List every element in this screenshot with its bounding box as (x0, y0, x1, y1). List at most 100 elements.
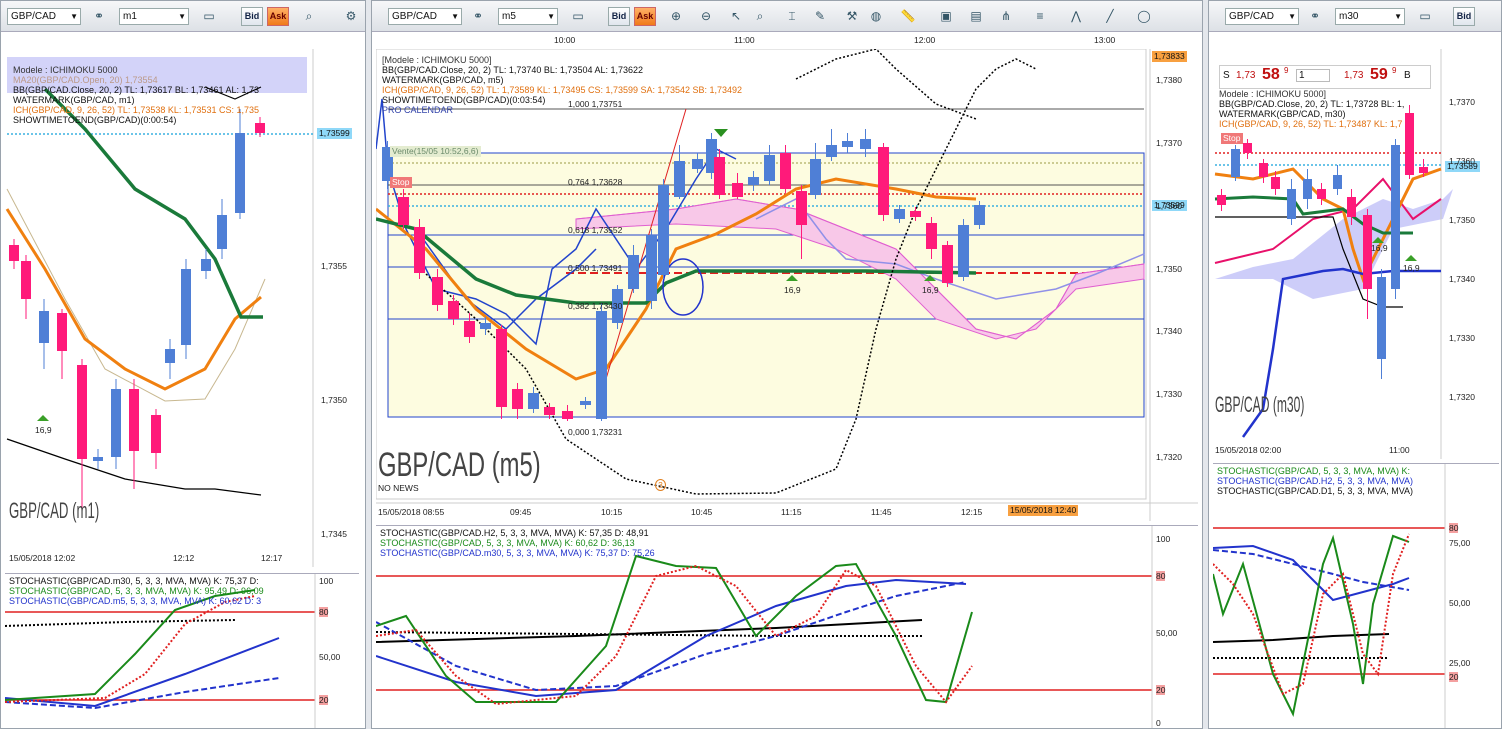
indicator-legend: Modele : ICHIMOKU 5000 MA20(GBP/CAD.Open… (13, 65, 259, 125)
legend-line: BB(GBP/CAD.Close, 20, 2) TL: 1,73728 BL:… (1219, 99, 1405, 109)
y-axis-label: 75,00 (1449, 538, 1471, 548)
link-icon[interactable]: ⚭ (91, 8, 107, 24)
legend-line: WATERMARK(GBP/CAD, m1) (13, 95, 135, 105)
stochastic-panel[interactable]: STOCHASTIC(GBP/CAD, 5, 3, 3, MVA, MVA) K… (1213, 463, 1499, 728)
edit-icon[interactable]: ✎ (812, 8, 828, 24)
y-axis-label: 1,7355 (321, 261, 347, 271)
bid-button[interactable]: Bid (1453, 7, 1475, 26)
candle (926, 223, 937, 249)
candle (432, 277, 443, 305)
y-axis-label: 20 (1156, 685, 1166, 695)
watermark: GBP/CAD (m5) (378, 446, 541, 484)
candle (1347, 197, 1356, 217)
candle (732, 183, 743, 197)
x-axis-label: 12:15 (961, 507, 983, 517)
cursor-icon[interactable]: ↖ (728, 8, 744, 24)
buy-sup: 9 (1392, 66, 1397, 75)
price-chart[interactable]: Modele : ICHIMOKU 5000 MA20(GBP/CAD.Open… (5, 49, 359, 567)
price-tag: 1,73599 (317, 128, 352, 139)
x-axis-label: 15/05/2018 12:02 (9, 553, 76, 563)
buy-price-big[interactable]: 1,73 (1344, 70, 1363, 81)
buy-pips[interactable]: 59 (1370, 66, 1388, 84)
chart-type-icon[interactable]: ▭ (570, 8, 586, 24)
sell-label[interactable]: S (1223, 70, 1230, 81)
signal-marker-label: 16,9 (35, 425, 52, 435)
trendline-icon[interactable]: ╱ (1102, 8, 1118, 24)
x-axis-label: 10:45 (691, 507, 713, 517)
fib-label: 0,618 1,73552 (568, 225, 623, 235)
y-axis-label: 0 (1156, 718, 1161, 728)
level-icon[interactable]: ⌶ (784, 8, 800, 24)
ask-button[interactable]: Ask (267, 7, 289, 26)
candle (842, 141, 853, 147)
timeframe-select[interactable]: m30 ▼ (1335, 8, 1405, 25)
tools-icon[interactable]: ⚒ (844, 8, 860, 24)
chart-window-m5: GBP/CAD ▼ ⚭ m5 ▼ ▭ Bid Ask ⊕ ⊖ ↖ ⌕ ⌶ ✎ ⚒ ◍… (371, 0, 1203, 729)
symbol-select[interactable]: GBP/CAD ▼ (7, 8, 81, 25)
sell-price-big[interactable]: 1,73 (1236, 70, 1255, 81)
y-axis-label: 1,7330 (1449, 333, 1475, 343)
legend-line: SHOWTIMETOEND(GBP/CAD)(0:03:54) (382, 95, 546, 105)
bid-button[interactable]: Bid (241, 7, 263, 26)
sell-pips[interactable]: 58 (1262, 66, 1280, 84)
y-axis-label: 1,7350 (1156, 264, 1182, 274)
link-icon[interactable]: ⚭ (1307, 8, 1323, 24)
candle (958, 225, 969, 277)
sell-order-label[interactable]: Vente(15/05 10:52,6,6) (390, 146, 481, 157)
y-axis-label: 1,7340 (1449, 274, 1475, 284)
stochastic-panel[interactable]: STOCHASTIC(GBP/CAD.m30, 5, 3, 3, MVA, MV… (5, 573, 359, 728)
symbol-select[interactable]: GBP/CAD ▼ (388, 8, 462, 25)
candle (562, 411, 573, 419)
zoom-out-icon[interactable]: ⊖ (698, 8, 714, 24)
magnifier-icon[interactable]: ⌕ (752, 8, 768, 24)
zoom-icon[interactable]: ⌕ (301, 8, 317, 24)
chart-type-icon[interactable]: ▭ (201, 8, 217, 24)
bid-button[interactable]: Bid (608, 7, 630, 26)
image-icon[interactable]: ▣ (938, 8, 954, 24)
stop-order-label[interactable]: Stop (1221, 133, 1243, 144)
quantity-input[interactable]: 1 (1296, 69, 1330, 82)
legend-line: STOCHASTIC(GBP/CAD.D1, 5, 3, 3, MVA, MVA… (1217, 486, 1414, 496)
timeframe-select[interactable]: m5 ▼ (498, 8, 558, 25)
chevron-down-icon: ▼ (178, 12, 186, 21)
legend-line: WATERMARK(GBP/CAD, m5) (382, 75, 504, 85)
candle (878, 147, 889, 215)
y-axis-label: 80 (1449, 523, 1459, 533)
candle (544, 407, 555, 415)
ellipse-icon[interactable]: ◯ (1136, 8, 1152, 24)
candle (93, 457, 103, 461)
timeframe-select[interactable]: m1 ▼ (119, 8, 189, 25)
chart-window-m30: GBP/CAD ▼ ⚭ m30 ▼ ▭ Bid S 1,73 58 9 1 1,73 (1208, 0, 1502, 729)
globe-icon[interactable]: ◍ (868, 8, 884, 24)
y-axis-label: 80 (1156, 571, 1166, 581)
layout-icon[interactable]: ▤ (968, 8, 984, 24)
stochastic-panel[interactable]: STOCHASTIC(GBP/CAD.H2, 5, 3, 3, MVA, MVA… (376, 525, 1198, 728)
candle (111, 389, 121, 457)
y-axis-label: 1,7360 (1449, 156, 1475, 166)
chart-type-icon[interactable]: ▭ (1417, 8, 1433, 24)
candle (646, 235, 657, 301)
legend-line: WATERMARK(GBP/CAD, m30) (1219, 109, 1346, 119)
lines-icon[interactable]: ≡ (1032, 8, 1048, 24)
symbol-select[interactable]: GBP/CAD ▼ (1225, 8, 1299, 25)
zoom-in-icon[interactable]: ⊕ (668, 8, 684, 24)
stop-order-label[interactable]: Stop (390, 177, 412, 188)
y-axis-label: 1,7330 (1156, 389, 1182, 399)
buy-label[interactable]: B (1404, 70, 1411, 81)
settings-icon[interactable]: ⚙ (343, 8, 359, 24)
event-marker[interactable]: 3 (655, 479, 666, 491)
fan-icon[interactable]: ⋀ (1068, 8, 1084, 24)
candle (512, 389, 523, 409)
ruler-icon[interactable]: 📏 (900, 8, 916, 24)
price-chart[interactable]: [Modele : ICHIMOKU 5000] BB(GBP/CAD.Clos… (376, 49, 1198, 521)
price-chart[interactable]: S 1,73 58 9 1 1,73 59 9 B Modele : ICHIM… (1213, 49, 1499, 459)
x-axis-label: 11:45 (871, 507, 892, 517)
legend-line: SHOWTIMETOEND(GBP/CAD)(0:00:54) (13, 115, 177, 125)
fork-icon[interactable]: ⋔ (998, 8, 1014, 24)
y-axis-label: 100 (319, 576, 334, 586)
signal-marker-label: 16,9 (1403, 263, 1420, 273)
y-axis-label: 50,00 (1449, 598, 1471, 608)
y-axis-label: 1,7340 (1156, 326, 1182, 336)
ask-button[interactable]: Ask (634, 7, 656, 26)
link-icon[interactable]: ⚭ (470, 8, 486, 24)
